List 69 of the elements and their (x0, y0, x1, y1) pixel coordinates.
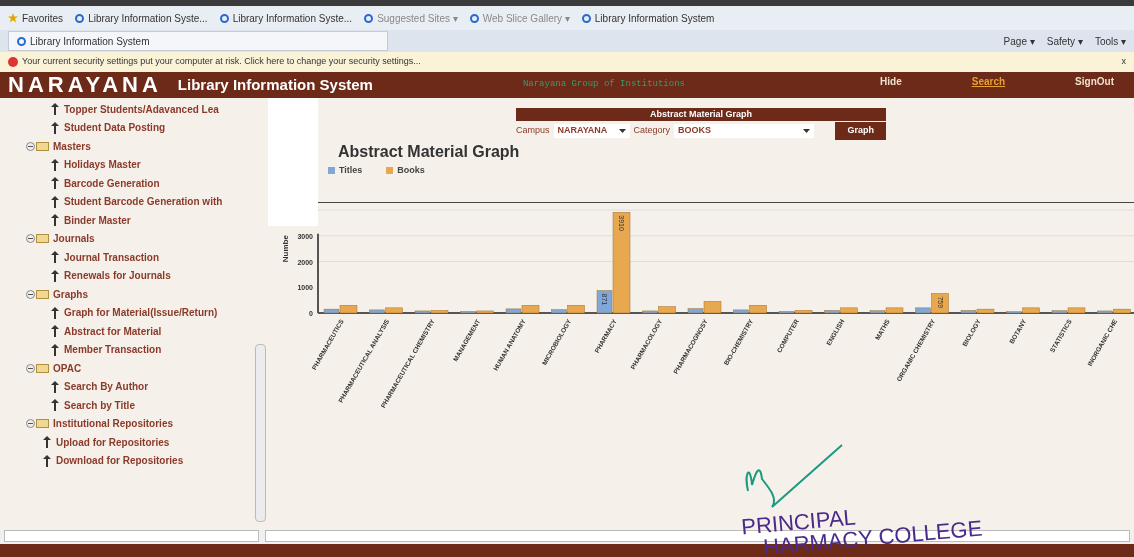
folder-item[interactable]: Masters (53, 138, 91, 154)
campus-label: Campus (516, 124, 550, 138)
browser-page-icon (17, 36, 26, 46)
star-icon (8, 13, 18, 23)
folder-item[interactable]: Institutional Repositories (53, 416, 173, 432)
folder-icon (36, 419, 49, 429)
menu-item[interactable]: Barcode Generation (64, 175, 160, 191)
browser-tab[interactable]: Library Information System (8, 31, 388, 51)
command-menu[interactable]: Safety ▾ (1046, 33, 1083, 49)
campus-dropdown[interactable]: NARAYANA (553, 124, 630, 138)
category-dropdown[interactable]: BOOKS (674, 124, 815, 138)
folder-icon (36, 234, 49, 244)
warning-icon (8, 57, 18, 67)
graph-button[interactable]: Graph (835, 122, 886, 140)
group-name: Narayana Group of Institutions (522, 78, 685, 92)
menu-item[interactable]: Upload for Repositories (56, 434, 170, 450)
menu-item[interactable]: Search by Title (64, 397, 135, 413)
folder-item[interactable]: Graphs (53, 286, 88, 302)
menu-item[interactable]: Binder Master (64, 212, 131, 228)
minus-icon[interactable] (26, 363, 35, 373)
folder-item[interactable]: Journals (53, 231, 95, 247)
menu-item[interactable]: Download for Repositories (56, 453, 184, 469)
app-title: Library Information System (177, 74, 373, 95)
caret-icon (803, 129, 811, 133)
command-menu[interactable]: Tools ▾ (1094, 33, 1126, 49)
menu-item[interactable]: Journal Transaction (64, 249, 160, 265)
caret-icon (618, 129, 626, 133)
command-menu[interactable]: Page ▾ (1003, 33, 1035, 49)
security-info-bar[interactable]: Your current security settings put your computer at risk. Click here to change your security settings... (22, 55, 421, 69)
axis-title: Numbe (281, 234, 290, 262)
menu-item[interactable]: Graph for Material(Issue/Return) (64, 305, 218, 321)
menu-item[interactable]: Abstract for Material (64, 323, 162, 339)
browser-page-icon (75, 13, 85, 23)
menu-item[interactable]: Member Transaction (64, 342, 162, 358)
menu-item[interactable]: Student Data Posting (64, 120, 166, 136)
folder-icon (36, 141, 49, 151)
legend-label: Books (397, 164, 425, 177)
favorites-button[interactable]: Favorites (8, 10, 64, 26)
menu-item[interactable]: Search By Author (64, 379, 149, 395)
menu-item[interactable]: Student Barcode Generation with (64, 194, 223, 210)
favorite-link[interactable]: Library Information Syste... (88, 10, 208, 26)
category-label: Category (633, 124, 671, 138)
favorites-label: Favorites (22, 11, 64, 26)
folder-item[interactable]: OPAC (53, 360, 82, 376)
logo-text: NARAYANA (8, 74, 162, 96)
form-title-bar: Abstract Material Graph (516, 108, 886, 121)
chart-title: Abstract Material Graph (338, 143, 520, 160)
legend-label: Titles (339, 164, 363, 177)
favorite-link[interactable]: Library Information System (594, 10, 715, 26)
browser-page-icon (364, 13, 374, 23)
menu-item[interactable]: Holidays Master (64, 157, 141, 173)
folder-icon (36, 363, 49, 373)
minus-icon[interactable] (26, 419, 35, 429)
browser-page-icon (581, 13, 591, 23)
horizontal-scrollbar[interactable] (4, 530, 259, 542)
header-link[interactable]: SignOut (1075, 74, 1114, 89)
browser-page-icon (219, 13, 229, 23)
menu-item[interactable]: Topper Students/Adavanced Lea (64, 101, 219, 117)
minus-icon[interactable] (26, 141, 35, 151)
header-link[interactable]: Search (971, 74, 1006, 89)
minus-icon[interactable] (26, 289, 35, 299)
favorite-link[interactable]: Library Information Syste... (232, 10, 353, 26)
browser-page-icon (469, 13, 479, 23)
minus-icon[interactable] (26, 234, 35, 244)
vertical-scrollbar[interactable] (255, 344, 266, 522)
menu-item[interactable]: Renewals for Journals (64, 268, 171, 284)
folder-icon (36, 289, 49, 299)
header-link[interactable]: Hide (880, 74, 902, 89)
close-button[interactable]: x (1121, 55, 1126, 69)
